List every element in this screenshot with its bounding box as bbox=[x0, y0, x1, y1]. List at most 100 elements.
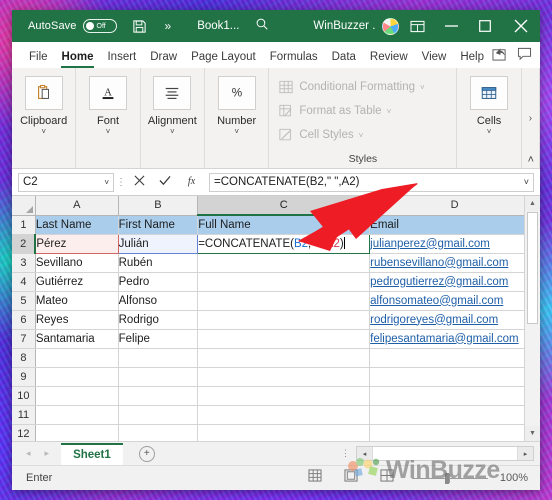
clipboard-icon[interactable] bbox=[24, 76, 63, 110]
alignment-icon[interactable] bbox=[153, 76, 192, 110]
cell-b12[interactable] bbox=[118, 424, 199, 441]
cell-d11[interactable] bbox=[369, 405, 540, 425]
cell-d8[interactable] bbox=[369, 348, 540, 368]
confirm-check-icon[interactable] bbox=[159, 175, 171, 189]
cell-b1[interactable]: First Name bbox=[118, 215, 199, 235]
ribbon-group-number[interactable]: % Number ˅ bbox=[205, 68, 270, 168]
horizontal-scroll-thumb[interactable] bbox=[372, 447, 518, 460]
tab-data[interactable]: Data bbox=[325, 51, 363, 69]
cell-c2-editing[interactable]: =CONCATENATE(B2," ",A2) bbox=[197, 233, 371, 254]
horizontal-scrollbar[interactable]: ◂ ▸ bbox=[356, 446, 534, 461]
row-header-2[interactable]: 2 bbox=[12, 234, 37, 254]
comments-icon[interactable] bbox=[517, 47, 532, 66]
cell-c7[interactable] bbox=[197, 329, 371, 349]
scroll-up-arrow-icon[interactable]: ▲ bbox=[525, 196, 540, 211]
chevron-down-icon[interactable]: ˅ bbox=[170, 128, 175, 136]
save-icon[interactable] bbox=[131, 17, 149, 35]
formula-input[interactable]: =CONCATENATE(B2," ",A2) ˅ bbox=[209, 172, 534, 192]
zoom-percentage[interactable]: 100% bbox=[496, 472, 528, 484]
cell-c5[interactable] bbox=[197, 291, 371, 311]
cell-b10[interactable] bbox=[118, 386, 199, 406]
font-icon[interactable]: A bbox=[88, 76, 127, 110]
cell-a9[interactable] bbox=[35, 367, 119, 387]
cell-a6[interactable]: Reyes bbox=[35, 310, 119, 330]
share-icon[interactable] bbox=[492, 47, 507, 66]
close-button[interactable] bbox=[502, 10, 540, 42]
cell-b4[interactable]: Pedro bbox=[118, 272, 199, 292]
cell-b2[interactable]: Julián bbox=[117, 233, 199, 254]
column-header-c[interactable]: C bbox=[197, 196, 371, 216]
scroll-down-arrow-icon[interactable]: ▼ bbox=[525, 426, 540, 441]
chevron-down-icon[interactable]: ˅ bbox=[104, 178, 109, 187]
tab-draw[interactable]: Draw bbox=[143, 51, 184, 69]
cell-b7[interactable]: Felipe bbox=[118, 329, 199, 349]
vertical-scrollbar[interactable]: ▲ ▼ bbox=[524, 196, 540, 441]
cell-a3[interactable]: Sevillano bbox=[35, 253, 119, 273]
cell-d9[interactable] bbox=[369, 367, 540, 387]
tab-formulas[interactable]: Formulas bbox=[263, 51, 325, 69]
format-as-table-button[interactable]: Format as Table ˅ bbox=[269, 99, 391, 123]
ribbon-display-options-icon[interactable] bbox=[400, 10, 434, 42]
minimize-button[interactable] bbox=[434, 10, 468, 42]
cancel-x-icon[interactable] bbox=[134, 175, 145, 189]
chevron-down-icon[interactable]: ˅ bbox=[487, 128, 492, 136]
autosave-toggle[interactable]: Off bbox=[82, 19, 117, 33]
tab-help[interactable]: Help bbox=[453, 51, 491, 69]
cell-d12[interactable] bbox=[369, 424, 540, 441]
chevron-down-icon[interactable]: ˅ bbox=[420, 83, 425, 92]
avatar[interactable] bbox=[382, 17, 400, 35]
cell-d3[interactable]: rubensevillano@gmail.com bbox=[369, 253, 540, 273]
chevron-down-icon[interactable]: ˅ bbox=[359, 131, 364, 140]
ribbon-group-clipboard[interactable]: Clipboard ˅ bbox=[12, 68, 77, 168]
search-icon[interactable] bbox=[255, 17, 269, 36]
cell-a7[interactable]: Santamaria bbox=[35, 329, 119, 349]
row-header-10[interactable]: 10 bbox=[12, 386, 36, 406]
cell-c10[interactable] bbox=[197, 386, 371, 406]
row-header-8[interactable]: 8 bbox=[12, 348, 36, 368]
column-header-a[interactable]: A bbox=[35, 196, 119, 216]
normal-view-icon[interactable] bbox=[308, 469, 322, 487]
cell-a1[interactable]: Last Name bbox=[35, 215, 119, 235]
cell-a11[interactable] bbox=[35, 405, 119, 425]
cell-c6[interactable] bbox=[197, 310, 371, 330]
cell-d7[interactable]: felipesantamaria@gmail.com bbox=[369, 329, 540, 349]
row-header-6[interactable]: 6 bbox=[12, 310, 36, 330]
tab-view[interactable]: View bbox=[415, 51, 454, 69]
vertical-scroll-thumb[interactable] bbox=[527, 212, 538, 324]
tab-home[interactable]: Home bbox=[55, 51, 101, 69]
cell-c3[interactable] bbox=[197, 253, 371, 273]
cell-c8[interactable] bbox=[197, 348, 371, 368]
scroll-right-arrow-icon[interactable]: ▸ bbox=[518, 447, 533, 460]
scroll-left-arrow-icon[interactable]: ◂ bbox=[357, 447, 372, 460]
collapse-ribbon-button[interactable]: ˄ bbox=[528, 154, 534, 166]
row-header-5[interactable]: 5 bbox=[12, 291, 36, 311]
ribbon-group-cells[interactable]: Cells ˅ bbox=[457, 68, 522, 168]
cell-d1[interactable]: Email bbox=[369, 215, 540, 235]
cell-b6[interactable]: Rodrigo bbox=[118, 310, 199, 330]
ribbon-group-font[interactable]: A Font ˅ bbox=[76, 68, 141, 168]
row-header-12[interactable]: 12 bbox=[12, 424, 36, 441]
chevron-down-icon[interactable]: ˅ bbox=[234, 128, 239, 136]
cell-c4[interactable] bbox=[197, 272, 371, 292]
column-header-d[interactable]: D bbox=[369, 196, 540, 216]
expand-formula-bar-icon[interactable]: ˅ bbox=[524, 177, 529, 187]
cell-a10[interactable] bbox=[35, 386, 119, 406]
tab-review[interactable]: Review bbox=[363, 51, 415, 69]
cell-styles-button[interactable]: Cell Styles ˅ bbox=[269, 123, 363, 147]
sheet-tab-sheet1[interactable]: Sheet1 bbox=[61, 442, 123, 465]
row-header-9[interactable]: 9 bbox=[12, 367, 36, 387]
ribbon-group-alignment[interactable]: Alignment ˅ bbox=[141, 68, 205, 168]
chevron-down-icon[interactable]: ˅ bbox=[106, 128, 111, 136]
row-header-11[interactable]: 11 bbox=[12, 405, 36, 425]
tab-split-grip[interactable]: ⋮ bbox=[341, 448, 356, 459]
tab-insert[interactable]: Insert bbox=[100, 51, 143, 69]
cell-a5[interactable]: Mateo bbox=[35, 291, 119, 311]
cell-d6[interactable]: rodrigoreyes@gmail.com bbox=[369, 310, 540, 330]
cell-b9[interactable] bbox=[118, 367, 199, 387]
cell-a12[interactable] bbox=[35, 424, 119, 441]
column-header-b[interactable]: B bbox=[118, 196, 199, 216]
tab-file[interactable]: File bbox=[22, 51, 55, 69]
percent-icon[interactable]: % bbox=[217, 76, 256, 110]
cell-a2[interactable]: Pérez bbox=[34, 233, 119, 254]
document-title[interactable]: Book1... bbox=[197, 20, 239, 32]
